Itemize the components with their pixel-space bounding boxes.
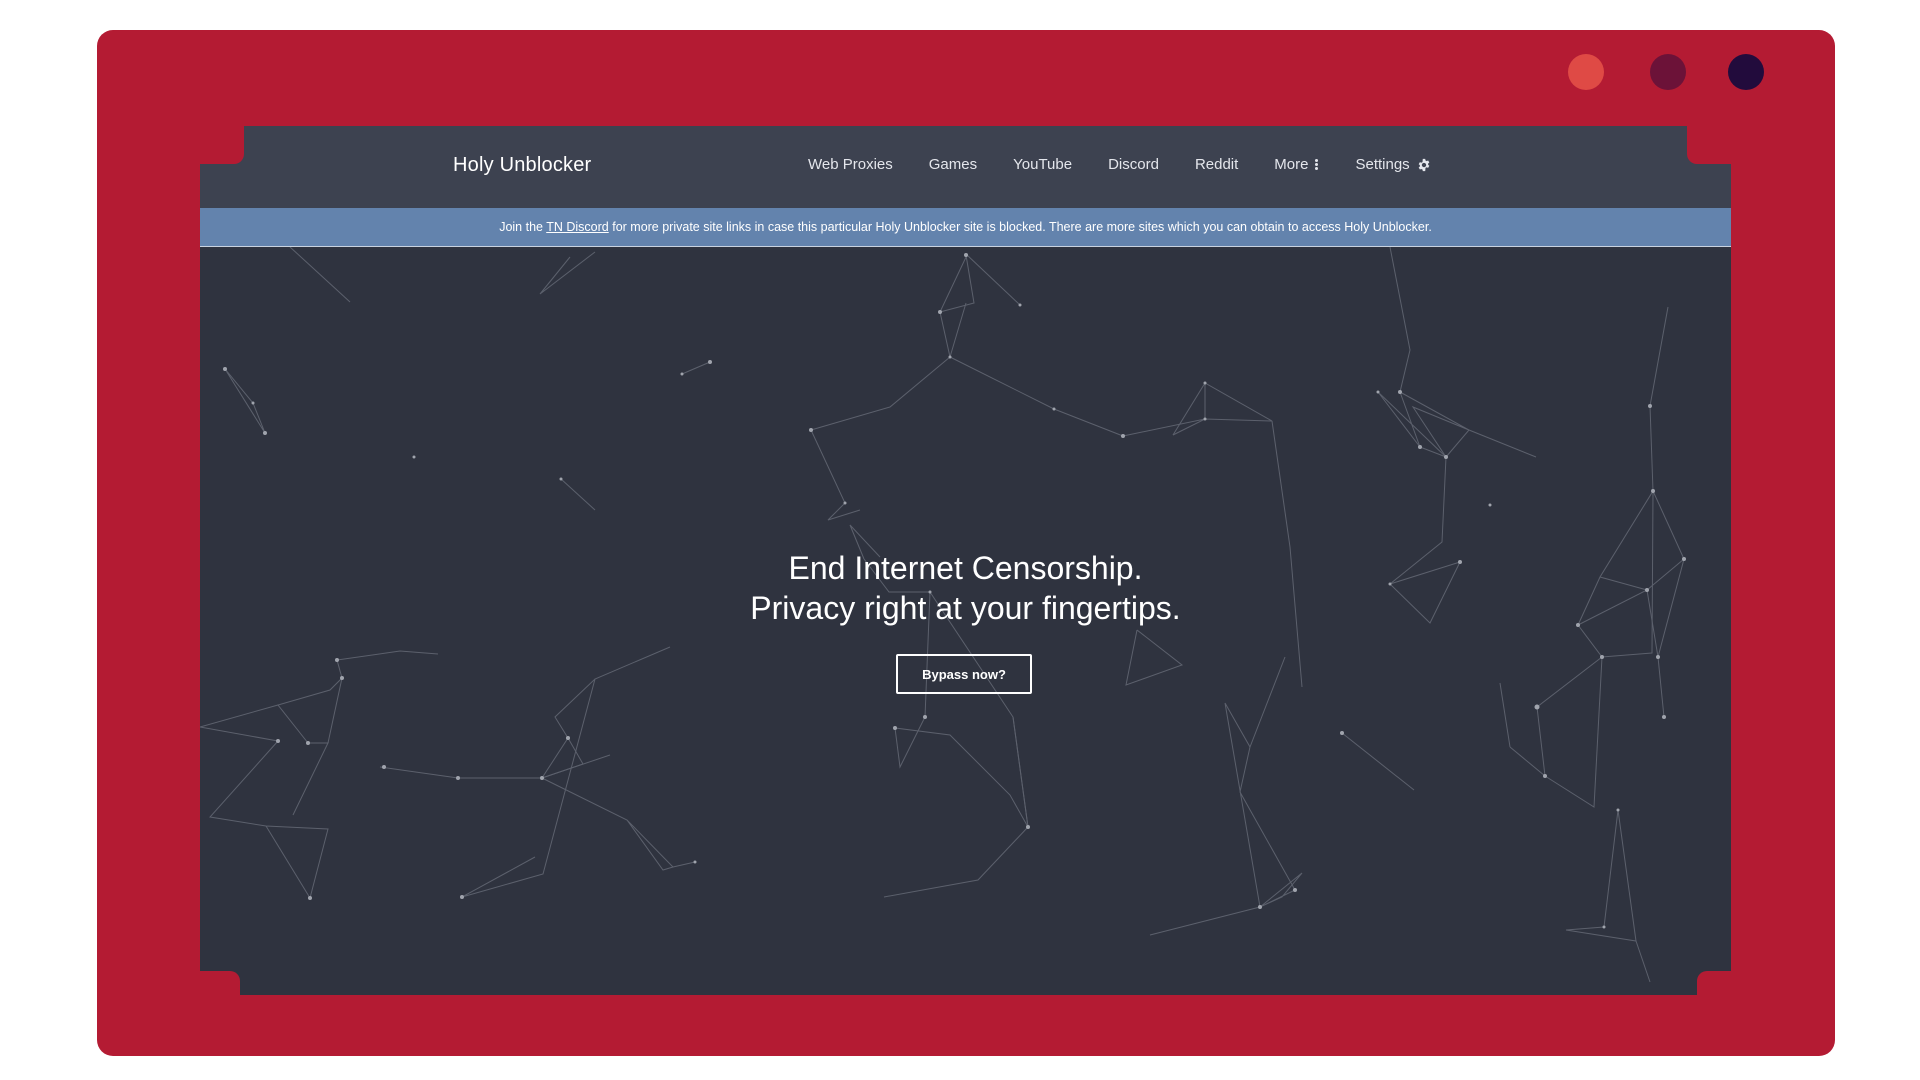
nav-link-label: Web Proxies [808,156,893,173]
nav-link-settings[interactable]: Settings [1355,156,1430,173]
nav-link-label: Games [928,156,978,173]
tn-discord-link[interactable]: TN Discord [546,220,609,234]
nav-link-more[interactable]: More [1274,156,1319,173]
nav-link-label: Discord [1108,156,1159,173]
hero-section: End Internet Censorship. Privacy right a… [200,548,1731,628]
frame-notch [200,971,240,995]
banner-text-suffix: for more private site links in case this… [612,220,1432,234]
banner-text-prefix: Join the [499,220,543,234]
nav-link-reddit[interactable]: Reddit [1195,156,1238,173]
nav-link-games[interactable]: Games [929,156,977,173]
window-close-button[interactable] [1568,54,1604,90]
discord-notice-banner: Join the TN Discord for more private sit… [200,208,1731,247]
bypass-now-button[interactable]: Bypass now? [896,654,1032,694]
frame-notch [200,126,244,164]
nav-link-label: More [1274,156,1309,173]
nav-link-label: Reddit [1194,156,1239,173]
frame-notch [1687,126,1731,164]
nav-link-label: YouTube [1013,156,1073,173]
frame-notch [1697,971,1731,995]
nav-link-web-proxies[interactable]: Web Proxies [808,156,893,173]
window-maximize-button[interactable] [1728,54,1764,90]
hero-headline-line1: End Internet Censorship. [788,550,1143,586]
gear-icon [1417,158,1431,172]
nav-links: Web Proxies Games YouTube Discord Reddit… [808,156,1467,173]
vertical-ellipsis-icon [1315,158,1319,171]
nav-link-youtube[interactable]: YouTube [1013,156,1072,173]
hero-headline-line2: Privacy right at your fingertips. [750,590,1181,626]
nav-link-discord[interactable]: Discord [1108,156,1159,173]
nav-link-label: Settings [1355,156,1410,173]
page-viewport: Holy Unblocker Web Proxies Games YouTube… [200,126,1731,995]
brand-logo-text[interactable]: Holy Unblocker [453,154,591,177]
top-navbar: Holy Unblocker Web Proxies Games YouTube… [200,126,1731,209]
window-minimize-button[interactable] [1650,54,1686,90]
